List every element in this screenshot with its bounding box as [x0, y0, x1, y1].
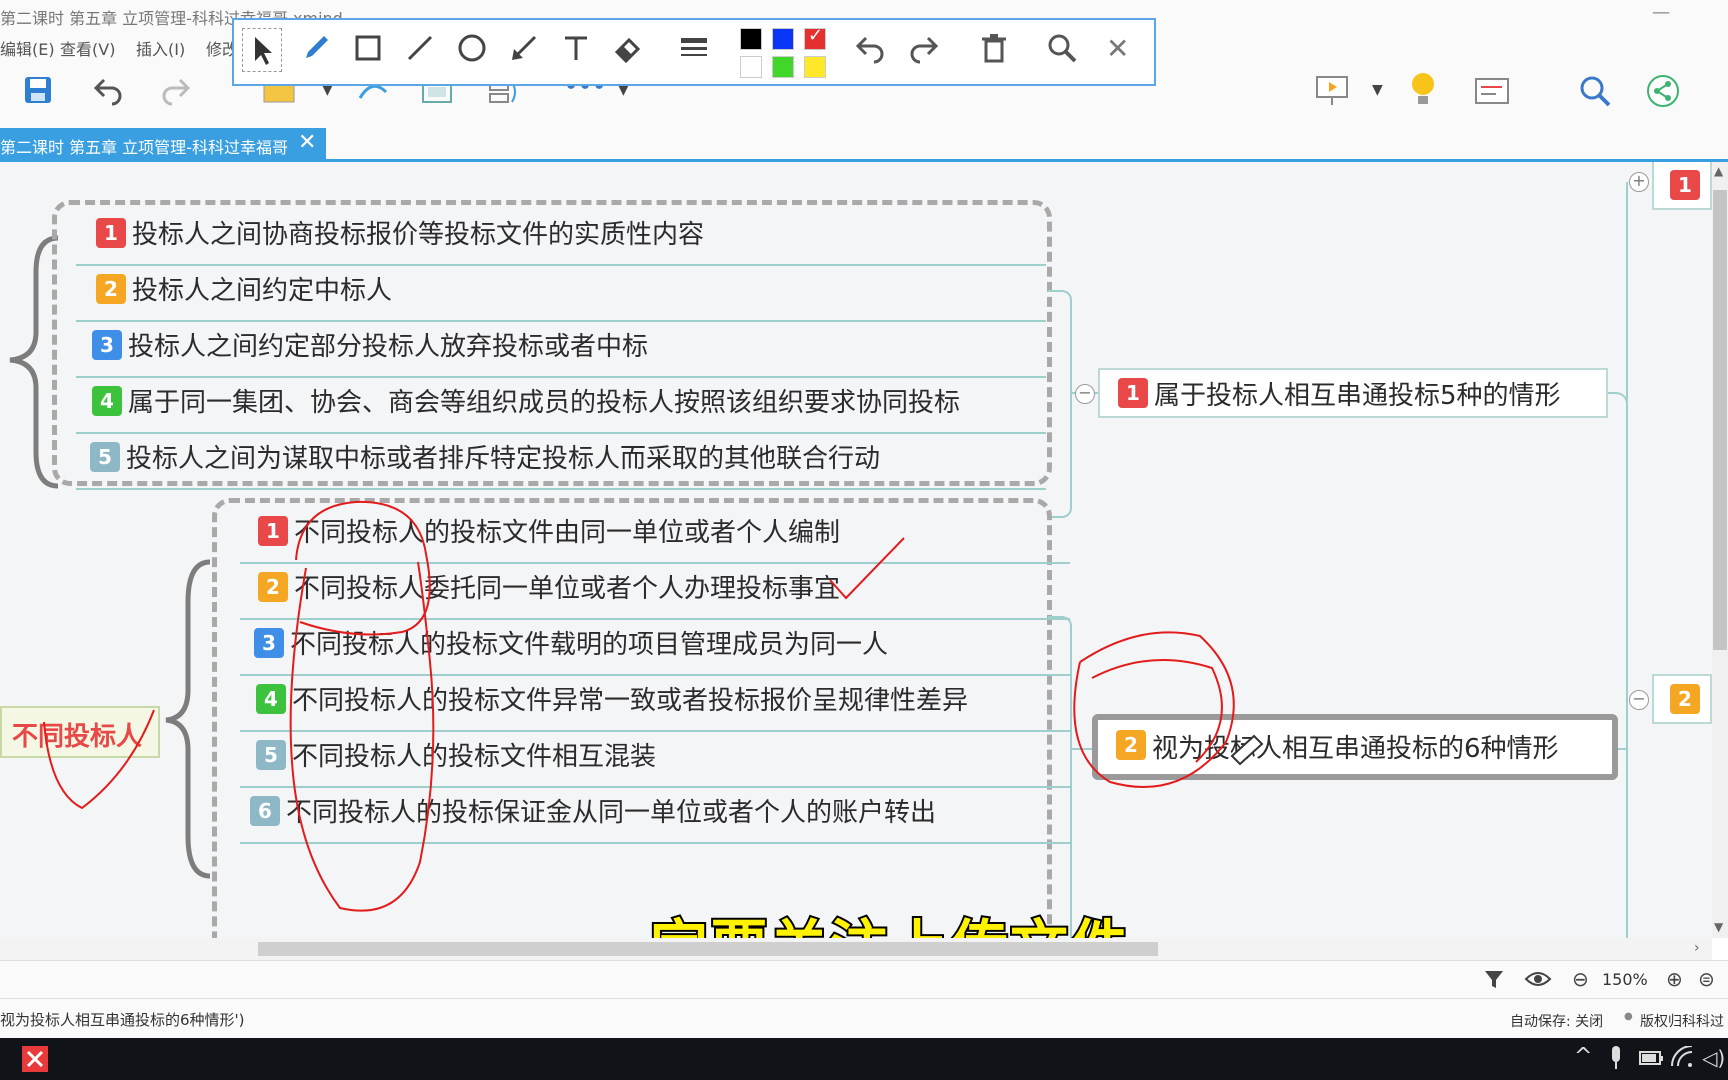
redo-icon[interactable]	[908, 32, 940, 72]
line-width-icon[interactable]	[678, 32, 710, 72]
zoom-bar: ⊖ 150% ⊕ ⊜	[0, 960, 1728, 999]
selection-status: 视为投标人相互串通投标的6种情形')	[0, 1011, 245, 1029]
os-taskbar: ^ ◁)	[0, 1038, 1728, 1080]
color-swatch-green[interactable]	[772, 56, 794, 78]
text-tool-icon[interactable]	[560, 32, 592, 72]
eraser-icon[interactable]	[612, 32, 644, 72]
menu-insert[interactable]: 插入(I)	[136, 36, 185, 60]
copyright-text: 版权归科科过	[1640, 1014, 1724, 1030]
battery-icon[interactable]	[1638, 1048, 1664, 1072]
save-icon[interactable]	[22, 74, 54, 114]
fit-icon[interactable]: ⊜	[1698, 967, 1715, 991]
xmind-app-icon[interactable]	[22, 1046, 48, 1076]
color-swatch-yellow[interactable]	[804, 56, 826, 78]
rectangle-icon[interactable]	[352, 32, 384, 72]
check-icon: ✓	[808, 25, 824, 46]
annotation-toolbar: ✓ ✕	[232, 18, 1156, 86]
trash-icon[interactable]	[978, 32, 1010, 72]
wifi-icon[interactable]	[1670, 1045, 1694, 1072]
color-swatch-red[interactable]: ✓	[804, 25, 826, 50]
tab-label: 第二课时 第五章 立项管理-科科过幸福哥	[0, 138, 288, 157]
arrow-icon[interactable]	[508, 32, 540, 72]
filter-icon[interactable]	[1482, 967, 1506, 995]
redo-icon[interactable]	[160, 74, 192, 110]
scroll-down-icon[interactable]: ▼	[1714, 920, 1723, 934]
zoom-out-icon[interactable]: ⊖	[1572, 967, 1589, 991]
status-bar: 视为投标人相互串通投标的6种情形') 自动保存: 关闭 ● 版权归科科过	[0, 998, 1728, 1039]
tab-document[interactable]: 第二课时 第五章 立项管理-科科过幸福哥 ✕	[0, 128, 326, 160]
circle-icon[interactable]	[456, 32, 488, 72]
color-swatch-black[interactable]	[740, 28, 762, 50]
scroll-up-icon[interactable]: ▲	[1714, 164, 1723, 178]
close-icon[interactable]: ✕	[1106, 32, 1129, 65]
volume-icon[interactable]: ◁)	[1702, 1046, 1725, 1070]
autosave-status[interactable]: 自动保存: 关闭	[1510, 1011, 1603, 1031]
undo-icon[interactable]	[92, 74, 124, 110]
idea-bulb-icon[interactable]	[1408, 70, 1438, 112]
pen-icon[interactable]	[300, 32, 332, 72]
menu-view[interactable]: 查看(V)	[60, 36, 115, 60]
undo-icon[interactable]	[854, 32, 886, 72]
presentation-icon[interactable]	[1314, 72, 1350, 112]
zoom-in-icon[interactable]: ⊕	[1666, 967, 1683, 991]
share-icon[interactable]	[1646, 74, 1680, 112]
vertical-scroll-thumb[interactable]	[1713, 190, 1727, 650]
minimize-button[interactable]: —	[1652, 2, 1670, 23]
chevron-up-icon[interactable]: ^	[1574, 1044, 1592, 1069]
mindmap-canvas[interactable]: 1 投标人之间协商投标报价等投标文件的实质性内容 2 投标人之间约定中标人 3 投标人…	[0, 162, 1712, 938]
color-swatch-blue[interactable]	[772, 28, 794, 50]
menu-edit[interactable]: 编辑(E)	[0, 36, 55, 60]
line-icon[interactable]	[404, 32, 436, 72]
dot-icon: ●	[1624, 1011, 1633, 1022]
pointer-icon[interactable]	[242, 28, 282, 72]
color-swatch-white[interactable]	[740, 56, 762, 78]
microphone-icon[interactable]	[1608, 1046, 1624, 1074]
search-icon[interactable]	[1578, 74, 1612, 112]
outline-icon[interactable]	[1474, 76, 1510, 110]
chevron-down-icon[interactable]: ▼	[1372, 82, 1383, 98]
scroll-right-icon[interactable]: ›	[1694, 940, 1700, 956]
eye-icon[interactable]	[1524, 967, 1552, 995]
close-icon[interactable]: ✕	[298, 130, 316, 155]
horizontal-scroll-thumb[interactable]	[258, 942, 1158, 956]
zoom-level: 150%	[1602, 970, 1648, 989]
red-pen-annotations	[43, 500, 1264, 912]
zoom-icon[interactable]	[1046, 32, 1078, 72]
